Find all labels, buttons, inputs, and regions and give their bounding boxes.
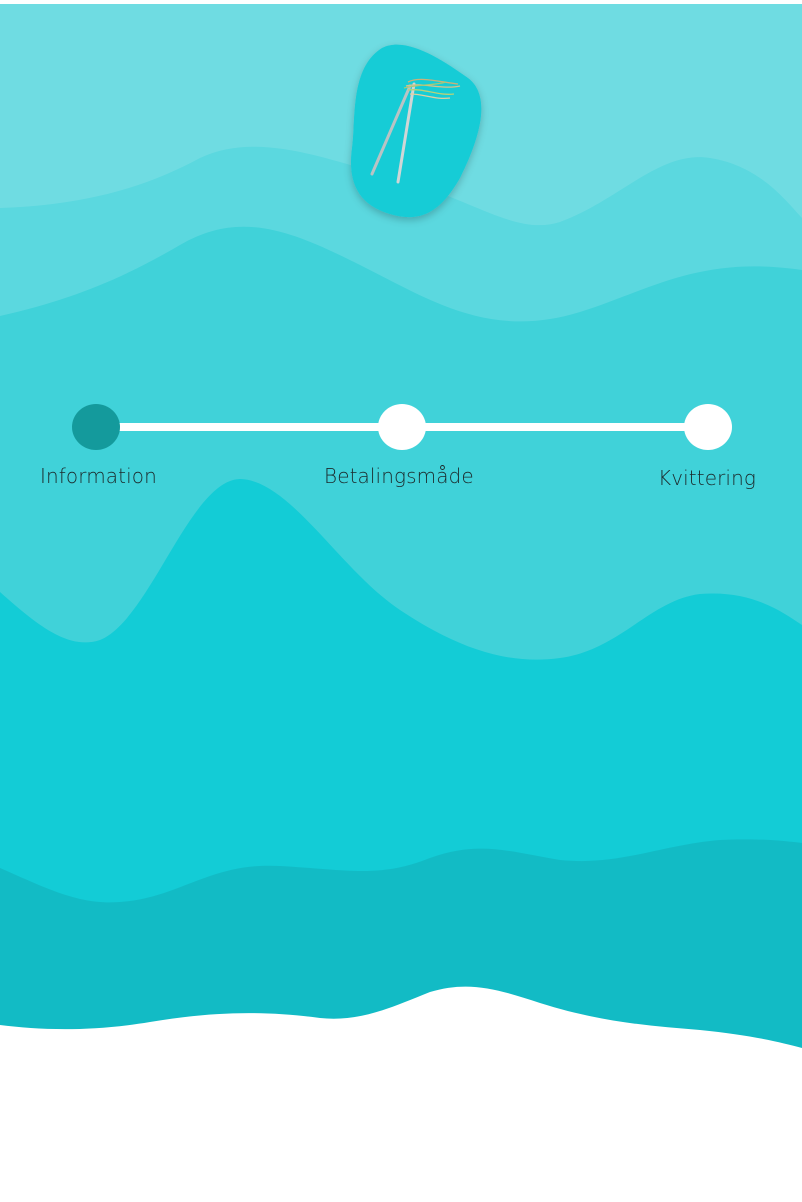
brand-logo[interactable] — [340, 38, 490, 228]
step-receipt-dot[interactable] — [684, 404, 732, 450]
step-information-label: Information — [40, 464, 157, 488]
step-payment-method-dot[interactable] — [378, 404, 426, 450]
kite-icon — [350, 44, 482, 218]
checkout-stepper: Information Betalingsmåde Kvittering — [0, 380, 802, 510]
step-payment-method-label: Betalingsmåde — [324, 464, 474, 488]
logo-blob — [350, 44, 482, 218]
checkout-page: Information Betalingsmåde Kvittering — [0, 0, 802, 1202]
step-information-dot[interactable] — [72, 404, 120, 450]
step-receipt-label: Kvittering — [658, 466, 756, 490]
